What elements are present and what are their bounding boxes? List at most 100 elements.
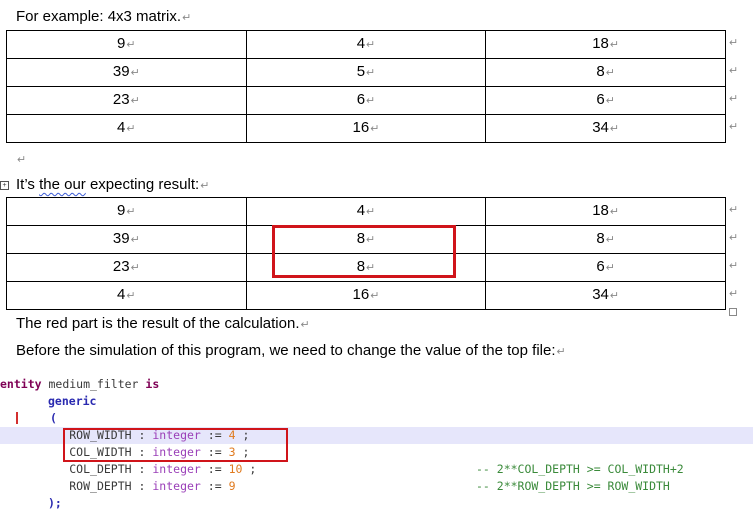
table-cell[interactable]: 34↵ (485, 114, 726, 143)
cell-mark-icon: ↵ (366, 206, 376, 218)
table-row: 39↵ 5↵ 8↵ (6, 58, 726, 87)
code-comment: -- 2**COL_DEPTH >= COL_WIDTH+2 (476, 462, 684, 476)
cell-mark-icon: ↵ (609, 39, 620, 51)
code-type: integer (152, 462, 201, 476)
table-cell[interactable]: 8↵ (485, 58, 726, 87)
table-cell[interactable]: 9↵ (6, 197, 247, 226)
row-end-mark-icon: ↵ (729, 65, 739, 77)
code-paren: ( (50, 411, 57, 425)
table-cell[interactable]: 4↵ (245, 197, 487, 226)
cell-value: 8 (596, 63, 605, 80)
code-value: 10 (228, 462, 243, 476)
code-close: ); (48, 496, 62, 510)
cell-value: 6 (596, 258, 605, 275)
intro-paragraph: For example: 4x3 matrix.↵ (16, 8, 191, 27)
cell-value: 16 (352, 286, 370, 303)
table-row: 9↵ 4↵ 18↵ (6, 197, 726, 226)
row-end-mark-icon: ↵ (729, 204, 739, 216)
code-comment: -- 2**ROW_DEPTH >= ROW_WIDTH (476, 479, 670, 493)
code-param-name: COL_DEPTH (69, 462, 132, 476)
table-move-handle-icon[interactable]: + (0, 181, 9, 190)
code-assign: := (207, 479, 222, 493)
code-line-open-paren: ( (0, 410, 753, 427)
code-entity-name: medium_filter (41, 377, 146, 391)
cell-mark-icon: ↵ (370, 123, 380, 135)
code-keyword: entity (0, 377, 42, 391)
paragraph-mark-icon: ↵ (556, 346, 566, 358)
row-end-mark-icon: ↵ (729, 93, 739, 105)
intro-text: For example: 4x3 matrix. (16, 8, 182, 25)
cell-mark-icon: ↵ (366, 95, 376, 107)
table-cell[interactable]: 8↵ (485, 225, 726, 254)
table-row: 4↵ 16↵ 34↵ (6, 114, 726, 143)
table-cell[interactable]: 9↵ (6, 30, 247, 59)
cell-value: 34 (592, 286, 609, 303)
code-line-generic: generic (0, 393, 753, 410)
paragraph-mark-icon: ↵ (182, 12, 192, 24)
table-cell[interactable]: 39↵ (6, 225, 247, 254)
table-row: 23↵ 6↵ 6↵ (6, 86, 726, 115)
cell-mark-icon: ↵ (366, 39, 376, 51)
table-cell[interactable]: 18↵ (485, 30, 726, 59)
row-end-mark-icon: ↵ (729, 232, 739, 244)
cell-mark-icon: ↵ (130, 234, 140, 246)
table-cell[interactable]: 4↵ (245, 30, 487, 59)
paragraph-mark-icon: ↵ (17, 154, 27, 166)
table-cell[interactable]: 18↵ (485, 197, 726, 226)
table-cell[interactable]: 23↵ (6, 86, 247, 115)
table-cell[interactable]: 4↵ (6, 114, 247, 143)
cell-mark-icon: ↵ (605, 262, 615, 274)
cell-mark-icon: ↵ (609, 123, 620, 135)
table-cell[interactable]: 34↵ (485, 281, 726, 310)
cell-mark-icon: ↵ (126, 206, 136, 218)
cell-value: 8 (596, 230, 605, 247)
cell-mark-icon: ↵ (130, 262, 140, 274)
red-note-text: The red part is the result of the calcul… (16, 315, 300, 332)
table-cell[interactable]: 6↵ (485, 86, 726, 115)
code-line-entity: entity medium_filter is (0, 376, 753, 393)
row-end-mark-icon: ↵ (729, 260, 739, 272)
table-cell[interactable]: 39↵ (6, 58, 247, 87)
table-resize-handle-icon[interactable] (729, 308, 737, 316)
cell-value: 23 (112, 91, 130, 108)
code-change-marker (16, 412, 18, 424)
table-cell[interactable]: 6↵ (245, 86, 487, 115)
cell-value: 39 (112, 230, 130, 247)
table-cell[interactable]: 5↵ (245, 58, 487, 87)
cell-value: 4 (117, 119, 126, 136)
table-cell[interactable]: 23↵ (6, 253, 247, 282)
row-end-mark-icon: ↵ (729, 121, 739, 133)
table-cell[interactable]: 16↵ (245, 114, 487, 143)
table-row: 9↵ 4↵ 18↵ (6, 30, 726, 59)
table-cell[interactable]: 6↵ (485, 253, 726, 282)
cell-mark-icon: ↵ (370, 290, 380, 302)
cell-value: 16 (352, 119, 370, 136)
code-param-name: ROW_DEPTH (69, 479, 132, 493)
cell-value: 39 (112, 63, 130, 80)
cell-value: 6 (596, 91, 605, 108)
cell-mark-icon: ↵ (605, 67, 615, 79)
code-highlight-box (63, 428, 288, 462)
table-cell[interactable]: 16↵ (245, 281, 487, 310)
cell-mark-icon: ↵ (609, 290, 620, 302)
table-row: 4↵ 16↵ 34↵ (6, 281, 726, 310)
cell-value: 4 (356, 202, 366, 219)
result-heading-prefix: It’s (16, 176, 40, 193)
cell-mark-icon: ↵ (605, 95, 615, 107)
result-heading-suffix: expecting result: (85, 176, 200, 193)
empty-paragraph: ↵ (16, 150, 26, 169)
cell-mark-icon: ↵ (130, 95, 140, 107)
table-cell[interactable]: 4↵ (6, 281, 247, 310)
example-matrix-table: 9↵ 4↵ 18↵ 39↵ 5↵ 8↵ 23↵ 6↵ 6↵ 4↵ 16↵ 34↵ (6, 30, 726, 143)
code-type: integer (152, 479, 201, 493)
cell-mark-icon: ↵ (605, 234, 615, 246)
cell-value: 34 (592, 119, 609, 136)
